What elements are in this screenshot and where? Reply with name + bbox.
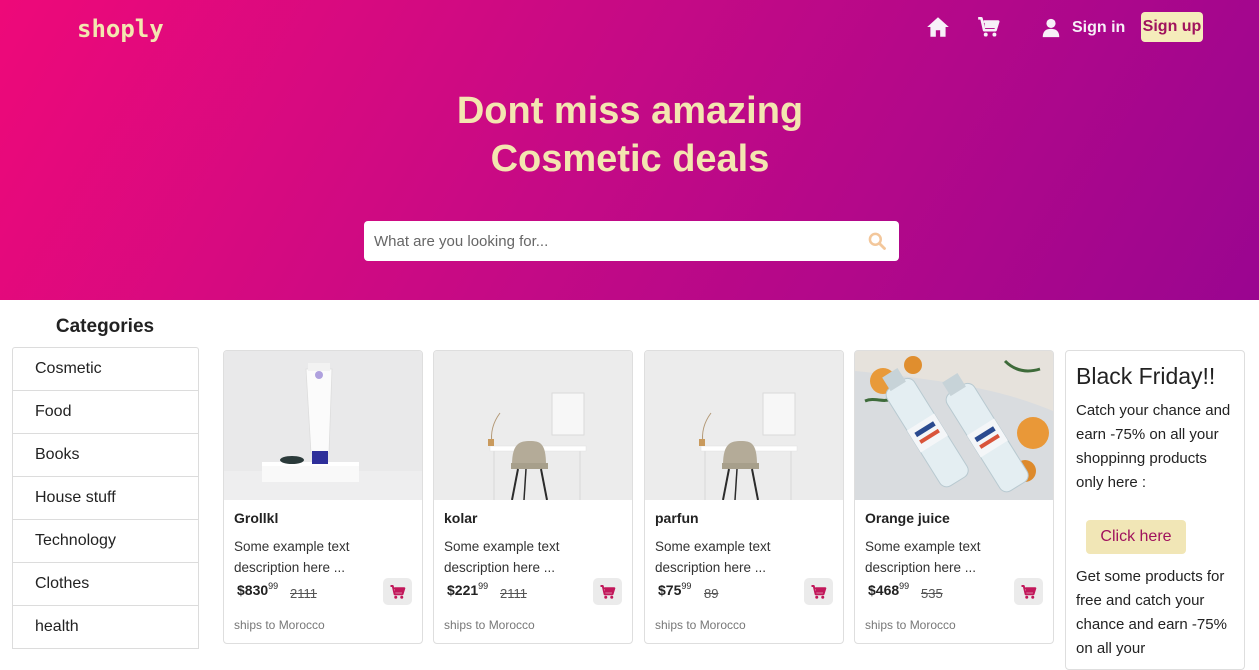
product-description: Some example text description here ... (234, 539, 350, 575)
product-name[interactable]: parfun (655, 510, 699, 526)
promo-secondary-text: Get some products for free and catch you… (1076, 568, 1227, 657)
product-name[interactable]: Grollkl (234, 510, 278, 526)
product-name[interactable]: kolar (444, 510, 477, 526)
category-item-technology[interactable]: Technology (13, 520, 198, 563)
product-card[interactable]: Grollkl Some example text description he… (223, 350, 423, 644)
shipping-info: ships to Morocco (234, 618, 325, 632)
category-item-clothes[interactable]: Clothes (13, 563, 198, 606)
category-item-books[interactable]: Books (13, 434, 198, 477)
cosmetic-tube-image (224, 351, 422, 500)
product-old-price: 2111 (290, 586, 317, 601)
categories-title: Categories (55, 316, 155, 337)
signup-button[interactable]: Sign up (1141, 12, 1203, 42)
product-price: $7599 (658, 581, 691, 598)
product-description: Some example text description here ... (444, 539, 560, 575)
desk-chair-image (645, 351, 843, 500)
product-description: Some example text description here ... (655, 539, 771, 575)
product-old-price: 2111 (500, 586, 527, 601)
desk-chair-image (434, 351, 632, 500)
shipping-info: ships to Morocco (655, 618, 746, 632)
categories-list: Cosmetic Food Books House stuff Technolo… (12, 347, 199, 649)
category-item-health[interactable]: health (13, 606, 198, 649)
promo-panel: Black Friday!! Catch your chance and ear… (1065, 350, 1245, 670)
home-icon[interactable] (925, 14, 951, 40)
product-card[interactable]: parfun Some example text description her… (644, 350, 844, 644)
add-to-cart-button[interactable] (1014, 578, 1043, 605)
category-item-cosmetic[interactable]: Cosmetic (13, 348, 198, 391)
price-main: $221 (447, 582, 479, 598)
signin-link[interactable]: Sign in (1040, 14, 1125, 42)
product-card[interactable]: kolar Some example text description here… (433, 350, 633, 644)
product-description: Some example text description here ... (865, 539, 981, 575)
product-price: $22199 (447, 581, 488, 598)
product-old-price: 89 (704, 586, 719, 601)
signin-label: Sign in (1072, 19, 1126, 36)
add-to-cart-button[interactable] (804, 578, 833, 605)
click-here-button[interactable]: Click here (1086, 520, 1186, 554)
cart-icon (390, 584, 405, 599)
add-to-cart-button[interactable] (383, 578, 412, 605)
price-main: $75 (658, 582, 682, 598)
product-price: $46899 (868, 581, 909, 598)
promo-title: Black Friday!! (1076, 363, 1216, 389)
promo-text: Catch your chance and earn -75% on all y… (1076, 402, 1231, 491)
cart-icon (811, 584, 826, 599)
category-item-food[interactable]: Food (13, 391, 198, 434)
price-main: $468 (868, 582, 900, 598)
brand-logo[interactable]: shoply (77, 15, 164, 43)
shipping-info: ships to Morocco (444, 618, 535, 632)
product-card[interactable]: Orange juice Some example text descripti… (854, 350, 1054, 644)
add-to-cart-button[interactable] (593, 578, 622, 605)
hero-headline-line1: Dont miss amazing (456, 90, 804, 132)
search-input[interactable] (374, 232, 844, 250)
product-name[interactable]: Orange juice (865, 510, 950, 526)
hero-headline: Dont miss amazing Cosmetic deals (380, 87, 880, 183)
product-old-price: 535 (921, 586, 943, 601)
shipping-info: ships to Morocco (865, 618, 956, 632)
cart-icon (600, 584, 615, 599)
price-cents: 99 (268, 581, 279, 591)
search-bar (364, 221, 899, 261)
hero-headline-line2: Cosmetic deals (490, 138, 770, 180)
cart-icon (1021, 584, 1036, 599)
search-icon[interactable] (867, 231, 887, 251)
price-cents: 99 (899, 581, 910, 591)
price-cents: 99 (478, 581, 489, 591)
price-main: $830 (237, 582, 269, 598)
cart-icon[interactable] (976, 14, 1002, 40)
water-bottles-image (855, 351, 1053, 500)
price-cents: 99 (681, 581, 692, 591)
hero-banner: shoply Sign in Sign up Dont miss amazing… (0, 0, 1259, 300)
category-item-house-stuff[interactable]: House stuff (13, 477, 198, 520)
product-price: $83099 (237, 581, 278, 598)
user-icon (1042, 18, 1060, 38)
